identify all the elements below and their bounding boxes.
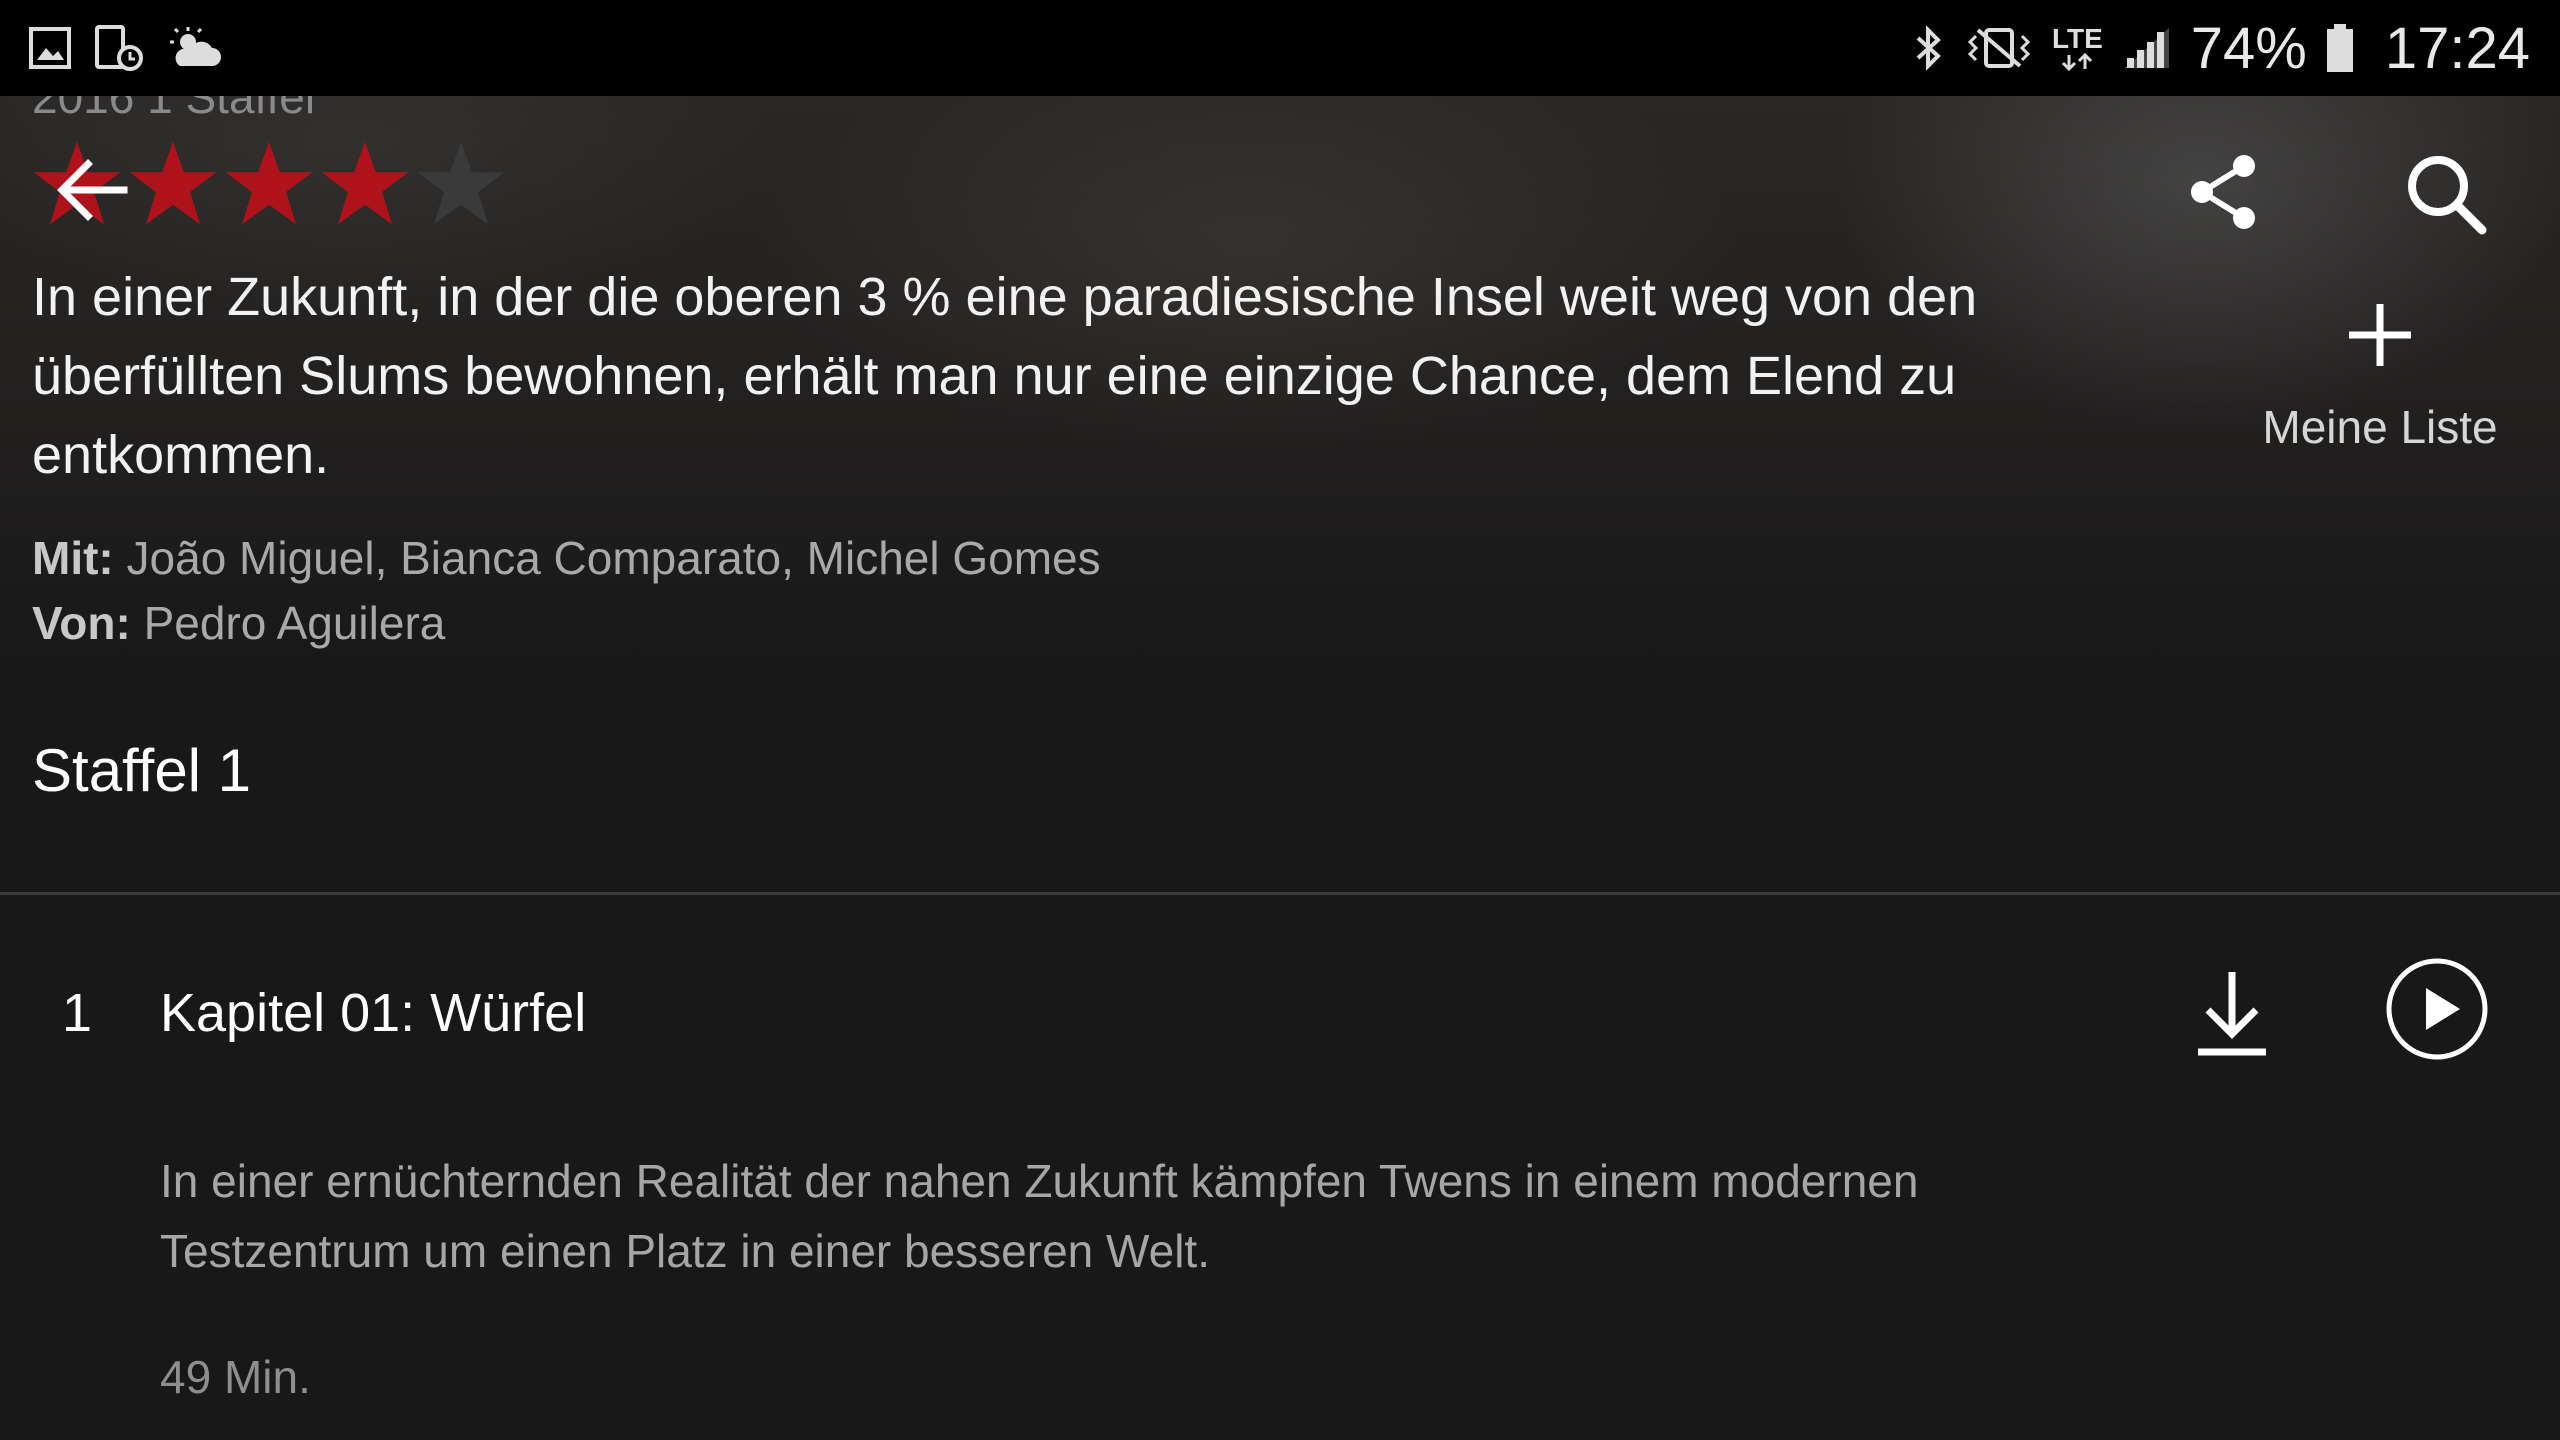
- clock: 17:24: [2384, 15, 2530, 81]
- cast-line: Mit: João Miguel, Bianca Comparato, Mich…: [32, 526, 1101, 591]
- search-button[interactable]: [2400, 148, 2490, 238]
- download-icon: [2198, 972, 2266, 1056]
- plus-icon: [2349, 304, 2411, 366]
- season-selector[interactable]: Staffel 1: [32, 736, 251, 805]
- status-bar: LTE 74% 17:24: [0, 0, 2560, 96]
- episode-number: 1: [62, 983, 93, 1043]
- cast-names: João Miguel, Bianca Comparato, Michel Go…: [126, 532, 1101, 584]
- share-icon: [2191, 155, 2255, 229]
- signal-icon: [2121, 24, 2173, 72]
- my-list-button[interactable]: Meine Liste: [2230, 300, 2530, 454]
- bluetooth-icon: [1912, 24, 1946, 72]
- star-filled-icon[interactable]: [128, 138, 218, 228]
- share-button[interactable]: [2182, 150, 2266, 234]
- lte-label: LTE: [2051, 23, 2103, 54]
- star-filled-icon[interactable]: [320, 138, 410, 228]
- episode-title[interactable]: Kapitel 01: Würfel: [160, 982, 586, 1044]
- arrow-left-icon: [57, 159, 128, 221]
- director-label: Von:: [32, 597, 131, 649]
- show-synopsis: In einer Zukunft, in der die oberen 3 % …: [32, 267, 1978, 485]
- image-icon: [28, 26, 72, 70]
- episode-duration: 49 Min.: [160, 1351, 311, 1403]
- vibrate-mute-icon: [1964, 24, 2034, 72]
- divider: [0, 892, 2560, 895]
- play-button[interactable]: [2384, 956, 2490, 1062]
- download-button[interactable]: [2192, 968, 2272, 1060]
- cast-label: Mit:: [32, 532, 114, 584]
- screenshot-clock-icon: [94, 24, 144, 72]
- director-line: Von: Pedro Aguilera: [32, 591, 1101, 656]
- back-button[interactable]: [52, 150, 132, 230]
- star-empty-icon[interactable]: [416, 138, 506, 228]
- cloudy-sun-icon: [166, 26, 222, 70]
- my-list-label: Meine Liste: [2262, 401, 2498, 453]
- search-icon: [2408, 156, 2487, 235]
- episode-description: In einer ernüchternden Realität der nahe…: [160, 1155, 1919, 1277]
- battery-icon: [2325, 22, 2355, 74]
- battery-percent: 74%: [2190, 15, 2307, 81]
- star-filled-icon[interactable]: [224, 138, 314, 228]
- director-name: Pedro Aguilera: [143, 597, 446, 649]
- credits: Mit: João Miguel, Bianca Comparato, Mich…: [32, 526, 1101, 656]
- lte-icon: LTE: [2052, 25, 2103, 71]
- play-icon: [2386, 958, 2488, 1060]
